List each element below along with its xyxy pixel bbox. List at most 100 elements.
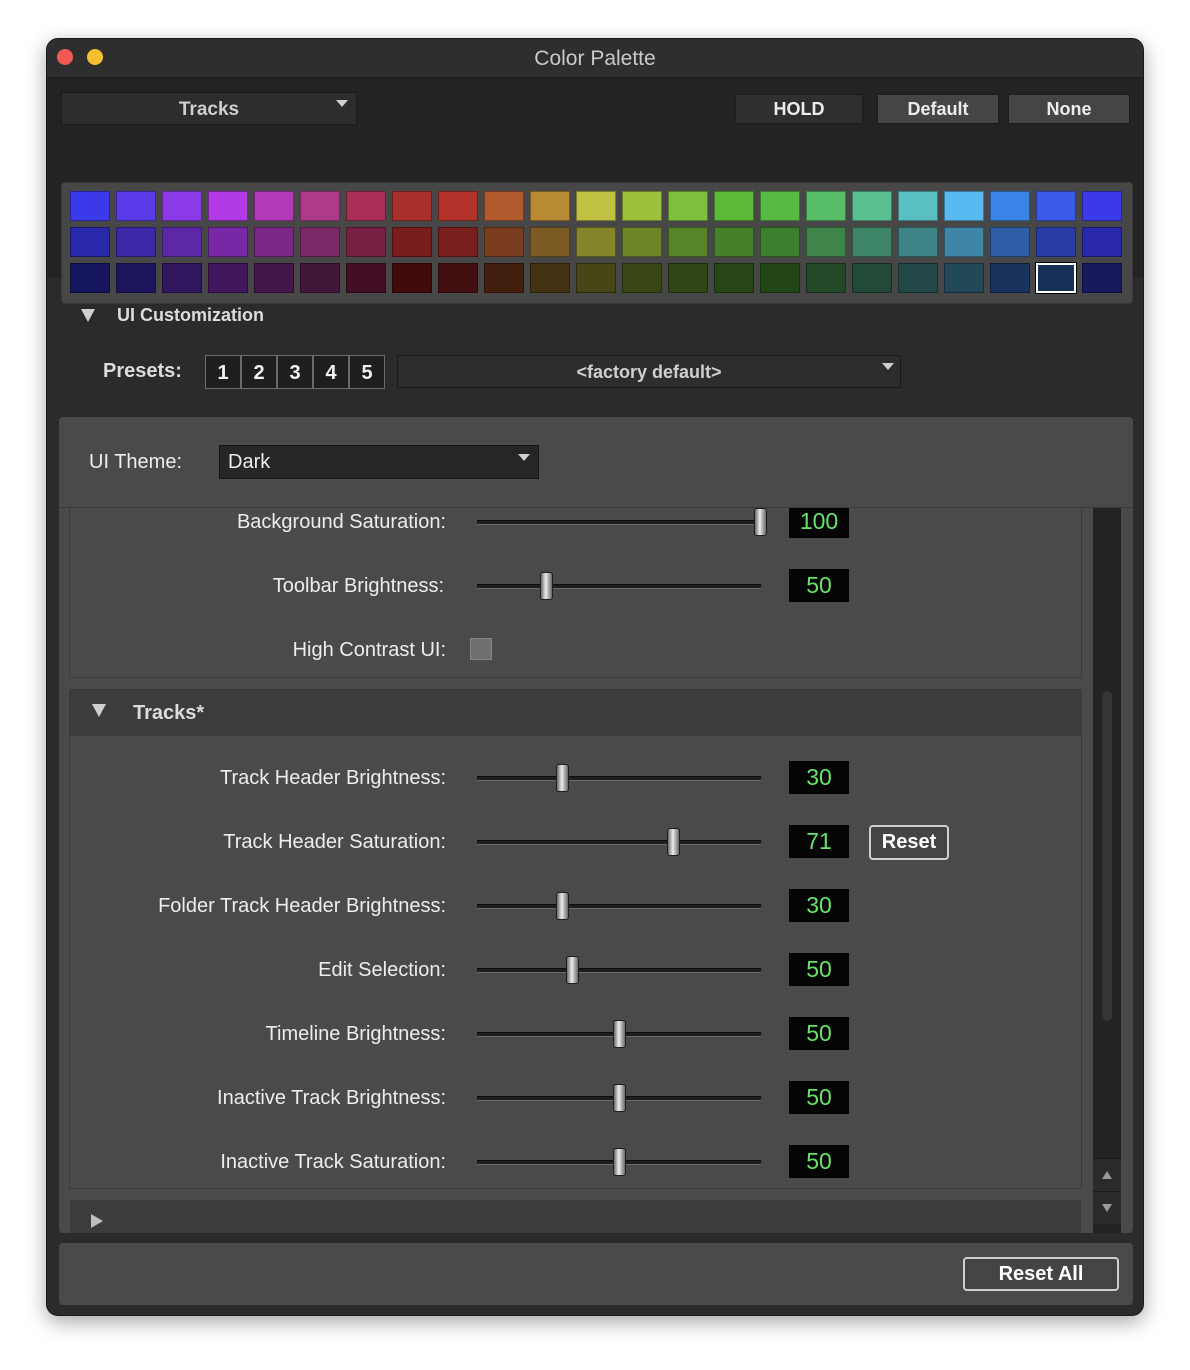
color-swatch[interactable] [208, 227, 248, 257]
edit-selection-slider-thumb[interactable] [566, 956, 580, 984]
title-bar[interactable]: Color Palette [47, 39, 1143, 78]
track-header-saturation-value[interactable]: 71 [789, 825, 849, 858]
hold-button[interactable]: HOLD [735, 94, 863, 124]
color-swatch[interactable] [70, 263, 110, 293]
color-swatch[interactable] [944, 191, 984, 221]
disclosure-triangle-icon[interactable] [92, 704, 106, 717]
color-swatch[interactable] [990, 227, 1030, 257]
color-swatch[interactable] [1082, 191, 1122, 221]
color-swatch[interactable] [484, 191, 524, 221]
palette-target-dropdown[interactable]: Tracks [61, 92, 357, 125]
color-swatch[interactable] [1082, 227, 1122, 257]
collapsed-section-bar[interactable] [70, 1200, 1081, 1233]
color-swatch[interactable] [70, 191, 110, 221]
ui-customization-header[interactable]: UI Customization [117, 305, 264, 326]
preset-button-5[interactable]: 5 [349, 355, 385, 389]
preset-button-2[interactable]: 2 [241, 355, 277, 389]
color-swatch[interactable] [852, 191, 892, 221]
inactive-track-brightness-slider-thumb[interactable] [612, 1084, 626, 1112]
color-swatch[interactable] [806, 191, 846, 221]
color-swatch[interactable] [162, 227, 202, 257]
track-header-brightness-slider-track[interactable] [477, 776, 761, 781]
settings-scroll-area[interactable]: Background Saturation: 100 Toolbar Brigh… [59, 508, 1133, 1233]
color-swatch[interactable] [1036, 227, 1076, 257]
color-swatch[interactable] [898, 227, 938, 257]
none-button[interactable]: None [1008, 94, 1130, 124]
preset-button-3[interactable]: 3 [277, 355, 313, 389]
preset-button-1[interactable]: 1 [205, 355, 241, 389]
color-swatch[interactable] [1082, 263, 1122, 293]
track-header-brightness-slider-thumb[interactable] [555, 764, 569, 792]
color-swatch[interactable] [116, 263, 156, 293]
scroll-up-button[interactable] [1093, 1158, 1121, 1191]
color-swatch[interactable] [898, 191, 938, 221]
color-swatch[interactable] [852, 263, 892, 293]
high-contrast-ui-checkbox[interactable] [470, 638, 492, 660]
tracks-section-header[interactable]: Tracks* [133, 702, 204, 725]
track-header-saturation-slider-thumb[interactable] [666, 828, 680, 856]
color-swatch[interactable] [484, 227, 524, 257]
toolbar-brightness-slider-track[interactable] [477, 584, 761, 589]
color-swatch[interactable] [806, 227, 846, 257]
folder-track-header-brightness-value[interactable]: 30 [789, 889, 849, 922]
color-swatch[interactable] [438, 191, 478, 221]
color-swatch[interactable] [530, 227, 570, 257]
color-swatch[interactable] [300, 227, 340, 257]
color-swatch[interactable] [852, 227, 892, 257]
color-swatch[interactable] [346, 191, 386, 221]
color-swatch[interactable] [576, 227, 616, 257]
color-swatch[interactable] [346, 263, 386, 293]
disclosure-triangle-icon[interactable] [81, 309, 95, 322]
color-swatch[interactable] [944, 227, 984, 257]
color-swatch[interactable] [254, 227, 294, 257]
track-header-brightness-value[interactable]: 30 [789, 761, 849, 794]
background-saturation-slider-thumb[interactable] [754, 508, 767, 536]
tracks-header-bar[interactable] [70, 690, 1081, 736]
inactive-track-saturation-slider-thumb[interactable] [612, 1148, 626, 1176]
color-swatch[interactable] [1036, 191, 1076, 221]
background-saturation-slider-track[interactable] [477, 520, 761, 525]
color-swatch[interactable] [116, 227, 156, 257]
preset-dropdown[interactable]: <factory default> [397, 355, 901, 388]
timeline-brightness-slider-thumb[interactable] [612, 1020, 626, 1048]
color-swatch[interactable] [346, 227, 386, 257]
background-saturation-value[interactable]: 100 [789, 508, 849, 538]
color-swatch[interactable] [760, 227, 800, 257]
inactive-track-saturation-value[interactable]: 50 [789, 1145, 849, 1178]
ui-theme-dropdown[interactable]: Dark [219, 445, 539, 479]
folder-track-header-brightness-slider-thumb[interactable] [555, 892, 569, 920]
color-swatch[interactable] [116, 191, 156, 221]
color-swatch[interactable] [300, 263, 340, 293]
color-swatch[interactable] [622, 227, 662, 257]
color-swatch[interactable] [576, 191, 616, 221]
color-swatch[interactable] [668, 191, 708, 221]
color-swatch[interactable] [254, 191, 294, 221]
color-swatch[interactable] [438, 227, 478, 257]
scroll-down-button[interactable] [1093, 1191, 1121, 1224]
color-swatch[interactable] [530, 191, 570, 221]
color-swatch[interactable] [806, 263, 846, 293]
color-swatch[interactable] [668, 263, 708, 293]
color-swatch[interactable] [760, 191, 800, 221]
toolbar-brightness-value[interactable]: 50 [789, 569, 849, 602]
color-swatch[interactable] [392, 263, 432, 293]
color-swatch[interactable] [622, 263, 662, 293]
color-swatch[interactable] [714, 227, 754, 257]
color-swatch[interactable] [990, 263, 1030, 293]
color-swatch[interactable] [898, 263, 938, 293]
default-button[interactable]: Default [877, 94, 999, 124]
color-swatch[interactable] [944, 263, 984, 293]
color-swatch[interactable] [70, 227, 110, 257]
reset-button[interactable]: Reset [869, 825, 949, 860]
inactive-track-brightness-value[interactable]: 50 [789, 1081, 849, 1114]
color-swatch[interactable] [254, 263, 294, 293]
color-swatch[interactable] [760, 263, 800, 293]
toolbar-brightness-slider-thumb[interactable] [540, 572, 553, 600]
color-swatch[interactable] [300, 191, 340, 221]
timeline-brightness-value[interactable]: 50 [789, 1017, 849, 1050]
reset-all-button[interactable]: Reset All [963, 1257, 1119, 1291]
preset-button-4[interactable]: 4 [313, 355, 349, 389]
color-swatch[interactable] [438, 263, 478, 293]
color-swatch[interactable] [530, 263, 570, 293]
color-swatch-selected[interactable] [1035, 262, 1077, 294]
